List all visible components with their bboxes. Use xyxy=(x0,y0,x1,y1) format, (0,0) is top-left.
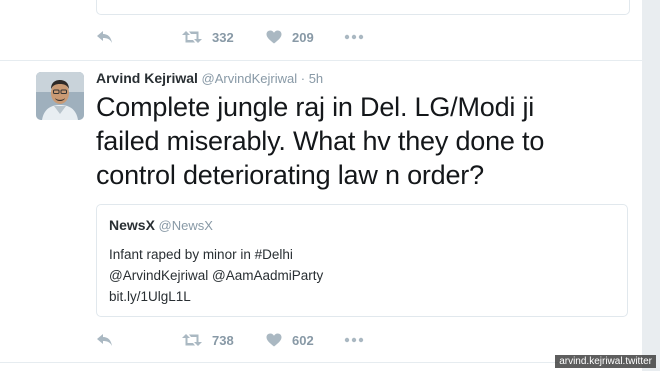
like-button[interactable]: 209 xyxy=(266,30,344,45)
reply-button[interactable] xyxy=(96,30,182,44)
more-button[interactable] xyxy=(344,34,364,40)
avatar-image xyxy=(36,72,84,120)
quoted-text-link[interactable]: bit.ly/1UlgL1L xyxy=(109,289,191,304)
reply-icon xyxy=(97,334,112,346)
tweet-actions: 738 602 xyxy=(96,328,364,352)
quoted-author-name: NewsX xyxy=(109,217,155,233)
header-separator: · xyxy=(300,71,306,86)
previous-tweet-actions: 332 209 xyxy=(96,25,364,49)
like-button[interactable]: 602 xyxy=(266,333,344,348)
quoted-author-handle: @NewsX xyxy=(158,218,213,233)
like-count: 602 xyxy=(292,332,314,348)
retweet-icon xyxy=(182,334,202,346)
retweet-button[interactable]: 332 xyxy=(182,30,266,45)
quoted-tweet-card[interactable]: NewsX @NewsX Infant raped by minor in #D… xyxy=(96,204,628,317)
reply-button[interactable] xyxy=(96,333,182,347)
reply-icon xyxy=(97,31,112,43)
tweet-text-line: Complete jungle raj in Del. LG/Modi ji xyxy=(96,92,535,122)
tweet-divider xyxy=(0,60,642,61)
tweet-text: Complete jungle raj in Del. LG/Modi ji f… xyxy=(96,90,616,192)
quoted-tweet-header: NewsX @NewsX xyxy=(109,217,213,233)
author-name[interactable]: Arvind Kejriwal xyxy=(96,70,198,86)
quoted-text-line: Infant raped by minor in #Delhi xyxy=(109,247,293,262)
more-button[interactable] xyxy=(344,337,364,343)
tweet-text-line: control deteriorating law n order? xyxy=(96,160,484,190)
tweet-header: Arvind Kejriwal @ArvindKejriwal · 5h xyxy=(96,70,323,86)
avatar[interactable] xyxy=(36,72,84,120)
timeline-panel: 332 209 Arvind Kejriwal @ArvindKejriwal … xyxy=(0,0,642,371)
retweet-button[interactable]: 738 xyxy=(182,333,266,348)
tweet-text-line: failed miserably. What hv they done to xyxy=(96,126,545,156)
image-credit-watermark: arvind.kejriwal.twitter xyxy=(555,355,656,368)
tweet-divider xyxy=(0,362,642,363)
author-handle[interactable]: @ArvindKejriwal xyxy=(202,71,298,86)
retweet-icon xyxy=(182,31,202,43)
like-count: 209 xyxy=(292,29,314,45)
heart-icon xyxy=(266,30,282,44)
retweet-count: 738 xyxy=(212,332,234,348)
quoted-text-line: @ArvindKejriwal @AamAadmiParty xyxy=(109,268,324,283)
more-dots-icon xyxy=(344,337,364,343)
retweet-count: 332 xyxy=(212,29,234,45)
tweet-timestamp[interactable]: 5h xyxy=(309,71,323,86)
heart-icon xyxy=(266,333,282,347)
more-dots-icon xyxy=(344,34,364,40)
previous-tweet-card[interactable] xyxy=(96,0,630,15)
